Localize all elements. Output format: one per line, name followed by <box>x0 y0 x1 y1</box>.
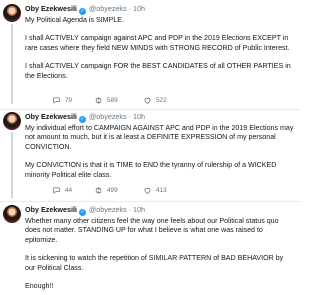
tweet-header: Oby Ezekwesili ✓ @obyezeks · 10h <box>25 205 294 216</box>
tweet-time[interactable]: 10h <box>133 4 145 13</box>
reply-button[interactable]: 44 <box>52 186 72 195</box>
separator: · <box>128 4 132 13</box>
reply-button[interactable]: 79 <box>52 96 72 105</box>
tweet-divider <box>0 201 300 202</box>
separator: · <box>128 112 132 121</box>
retweet-count: 589 <box>107 97 118 104</box>
author-name[interactable]: Oby Ezekwesili <box>25 4 77 13</box>
reply-icon <box>53 187 60 194</box>
author-name[interactable]: Oby Ezekwesili <box>25 112 77 121</box>
tweet-thread: Oby Ezekwesili ✓ @obyezeks · 10h My Polit… <box>0 0 300 295</box>
retweet-button[interactable]: 499 <box>94 186 118 195</box>
tweet-paragraph: My CONVICTION is that it is TIME to END … <box>25 161 277 179</box>
reply-count: 79 <box>65 97 73 104</box>
author-handle[interactable]: @obyezeks <box>89 4 127 13</box>
like-count: 413 <box>156 187 167 194</box>
separator: · <box>128 205 132 214</box>
heart-icon <box>144 187 151 194</box>
tweet-paragraph: I shall ACTIVELY campaign against APC an… <box>25 34 290 52</box>
tweet[interactable]: Oby Ezekwesili ✓ @obyezeks · 10h My indiv… <box>0 112 300 198</box>
tweet-divider <box>0 109 300 110</box>
retweet-icon <box>95 187 102 194</box>
reply-count: 44 <box>65 187 73 194</box>
tweet-header: Oby Ezekwesili ✓ @obyezeks · 10h <box>25 4 294 15</box>
verified-badge-icon: ✓ <box>78 209 86 216</box>
author-handle[interactable]: @obyezeks <box>89 205 127 214</box>
tweet-content: Oby Ezekwesili ✓ @obyezeks · 10h My indiv… <box>25 112 294 180</box>
thread-connector-line <box>11 132 13 198</box>
verified-badge-icon: ✓ <box>78 8 86 15</box>
tweet-actions: 44 499 413 <box>25 186 294 196</box>
like-count: 522 <box>156 97 167 104</box>
tweet-paragraph: My individual effort to CAMPAIGN AGAINST… <box>25 124 294 151</box>
like-button[interactable]: 413 <box>143 186 167 195</box>
tweet-paragraph: My Political Agenda is SIMPLE. <box>25 16 124 24</box>
tweet[interactable]: Oby Ezekwesili ✓ @obyezeks · 10h Whether … <box>0 205 300 293</box>
author-name[interactable]: Oby Ezekwesili <box>25 205 77 214</box>
tweet-time[interactable]: 10h <box>133 205 145 214</box>
heart-icon <box>144 97 151 104</box>
reply-icon <box>53 97 60 104</box>
tweet-content: Oby Ezekwesili ✓ @obyezeks · 10h My Polit… <box>25 4 294 81</box>
retweet-count: 499 <box>107 187 118 194</box>
avatar[interactable] <box>3 112 21 130</box>
tweet-header: Oby Ezekwesili ✓ @obyezeks · 10h <box>25 112 294 123</box>
verified-badge-icon: ✓ <box>78 116 86 123</box>
tweet[interactable]: Oby Ezekwesili ✓ @obyezeks · 10h My Polit… <box>0 4 300 104</box>
tweet-time[interactable]: 10h <box>133 112 145 121</box>
author-handle[interactable]: @obyezeks <box>89 112 127 121</box>
tweet-actions: 79 589 522 <box>25 96 294 106</box>
tweet-paragraph: Enough!! <box>25 282 54 291</box>
tweet-content: Oby Ezekwesili ✓ @obyezeks · 10h Whether … <box>25 205 294 291</box>
tweet-text: Whether many other citizens feel the way… <box>25 217 294 291</box>
avatar[interactable] <box>3 205 21 223</box>
tweet-paragraph: I shall ACTIVELY campaign FOR the BEST C… <box>25 62 291 80</box>
tweet-paragraph: Whether many other citizens feel the way… <box>25 217 279 244</box>
like-button[interactable]: 522 <box>143 96 167 105</box>
tweet-text: My Political Agenda is SIMPLE. I shall A… <box>25 16 294 81</box>
thread-connector-line <box>11 24 13 104</box>
retweet-icon <box>95 97 102 104</box>
retweet-button[interactable]: 589 <box>94 96 118 105</box>
avatar[interactable] <box>3 4 21 22</box>
tweet-paragraph: It is sickening to watch the repetition … <box>25 254 284 272</box>
tweet-text: My individual effort to CAMPAIGN AGAINST… <box>25 124 294 180</box>
